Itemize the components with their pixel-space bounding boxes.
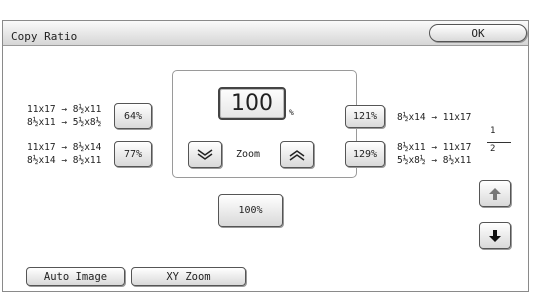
page-current: 1 bbox=[490, 126, 496, 136]
enlarge-129-description: 8½x11 → 11x17 5½x8½ → 8½x11 bbox=[397, 142, 472, 166]
zoom-label: Zoom bbox=[236, 149, 261, 160]
page-total: 2 bbox=[490, 144, 496, 154]
arrow-down-icon bbox=[489, 229, 501, 242]
preset-121-button[interactable]: 121% bbox=[345, 105, 385, 128]
zoom-up-button[interactable] bbox=[280, 141, 314, 168]
reduce-64-description: 11x17 → 8½x11 8½x11 → 5½x8½ bbox=[27, 104, 102, 128]
chevron-double-down-icon bbox=[197, 148, 213, 160]
percent-unit: % bbox=[289, 108, 294, 117]
arrow-up-icon bbox=[489, 187, 501, 200]
reset-100-button[interactable]: 100% bbox=[218, 194, 283, 227]
zoom-down-button[interactable] bbox=[188, 141, 222, 168]
preset-64-button[interactable]: 64% bbox=[114, 103, 152, 129]
ok-button[interactable]: OK bbox=[429, 24, 527, 42]
page-divider bbox=[487, 142, 511, 143]
xy-zoom-button[interactable]: XY Zoom bbox=[131, 267, 246, 286]
auto-image-button[interactable]: Auto Image bbox=[26, 267, 125, 286]
preset-77-button[interactable]: 77% bbox=[114, 141, 152, 167]
reduce-77-description: 11x17 → 8½x14 8½x14 → 8½x11 bbox=[27, 142, 102, 166]
page-up-button[interactable] bbox=[479, 180, 511, 207]
preset-129-button[interactable]: 129% bbox=[345, 141, 385, 167]
page-down-button[interactable] bbox=[479, 222, 511, 249]
ratio-display: 100 bbox=[218, 87, 286, 120]
enlarge-121-description: 8½x14 → 11x17 bbox=[397, 112, 472, 123]
page-title: Copy Ratio bbox=[11, 30, 78, 43]
chevron-double-up-icon bbox=[289, 149, 305, 161]
